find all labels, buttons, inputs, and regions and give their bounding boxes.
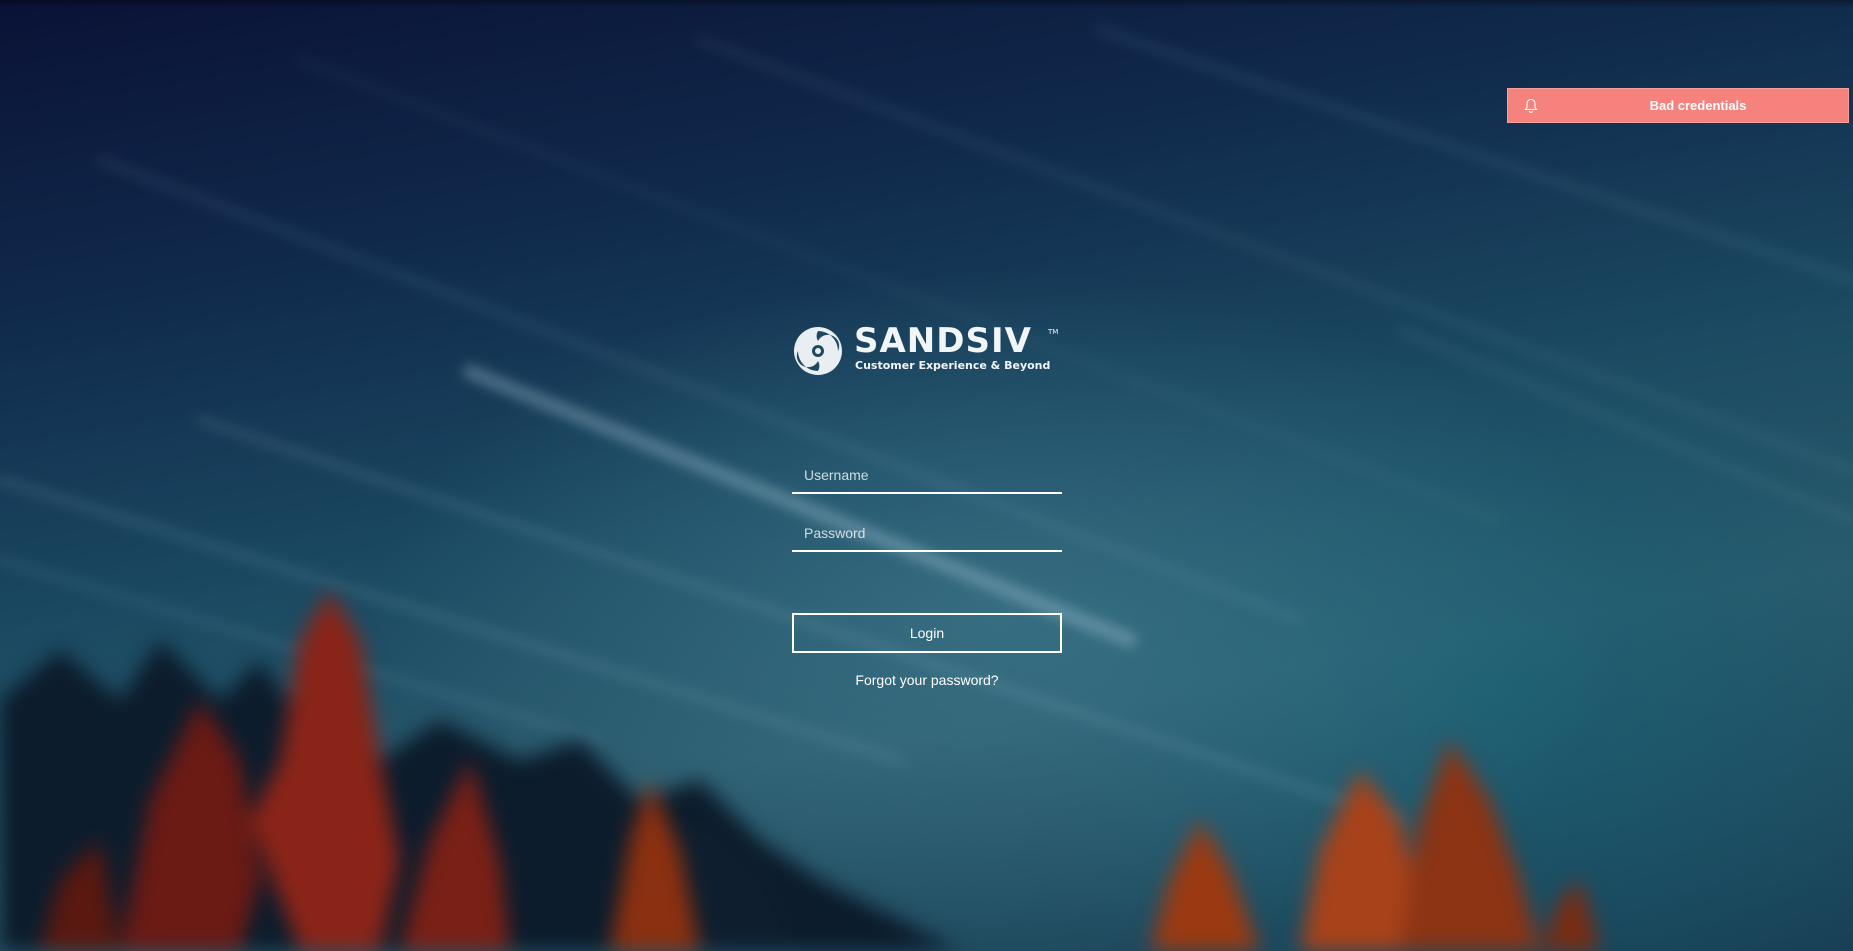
brand-name: SANDSIV xyxy=(854,321,1032,361)
brand-tagline: Customer Experience & Beyond xyxy=(855,359,1051,372)
notification-message: Bad credentials xyxy=(1649,98,1747,113)
top-edge-shadow xyxy=(0,0,1853,8)
error-notification[interactable]: Bad credentials xyxy=(1507,88,1849,123)
login-button[interactable]: Login xyxy=(792,613,1062,653)
password-input[interactable] xyxy=(792,516,1062,552)
login-page: SANDSIV TM Customer Experience & Beyond … xyxy=(0,0,1853,951)
forgot-password-link[interactable]: Forgot your password? xyxy=(792,672,1062,688)
bell-icon xyxy=(1524,98,1538,113)
trademark-symbol: TM xyxy=(1048,328,1059,336)
username-input[interactable] xyxy=(792,458,1062,494)
sandsiv-logo: SANDSIV TM Customer Experience & Beyond xyxy=(792,322,1062,378)
sandsiv-swirl-icon xyxy=(794,327,842,375)
